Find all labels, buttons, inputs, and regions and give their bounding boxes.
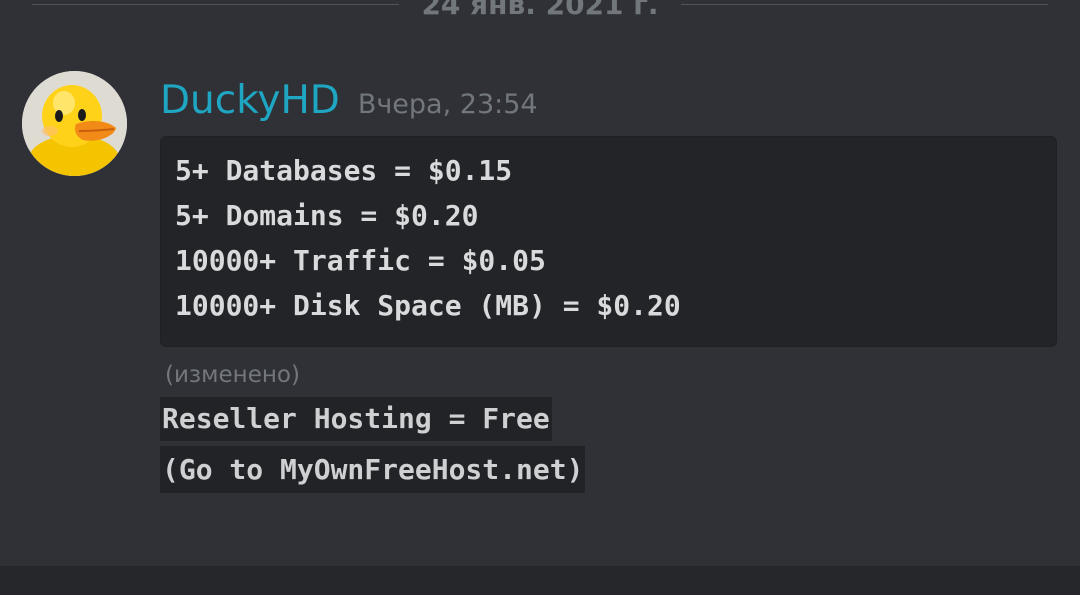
date-divider-label: 24 янв. 2021 г. <box>421 0 659 21</box>
code-line: 10000+ Disk Space (MB) = $0.20 <box>175 289 681 322</box>
inline-code-line: (Go to MyOwnFreeHost.net) <box>160 446 586 493</box>
avatar[interactable] <box>22 71 127 176</box>
date-divider: 24 янв. 2021 г. <box>32 0 1048 24</box>
inline-code-line: Reseller Hosting = Free <box>160 397 552 441</box>
edited-marker: (изменено) <box>165 362 300 388</box>
message-header: DuckyHD Вчера, 23:54 <box>160 78 538 123</box>
divider-line-left <box>32 3 400 5</box>
code-line: 10000+ Traffic = $0.05 <box>175 244 546 277</box>
code-block: 5+ Databases = $0.15 5+ Domains = $0.20 … <box>160 136 1057 347</box>
author-name[interactable]: DuckyHD <box>160 78 340 123</box>
rubber-duck-avatar-icon <box>22 71 127 176</box>
bottom-bar <box>0 566 1080 595</box>
divider-line-right <box>680 3 1048 5</box>
code-line: 5+ Domains = $0.20 <box>175 199 479 232</box>
message-timestamp: Вчера, 23:54 <box>357 89 538 120</box>
code-line: 5+ Databases = $0.15 <box>175 154 513 187</box>
